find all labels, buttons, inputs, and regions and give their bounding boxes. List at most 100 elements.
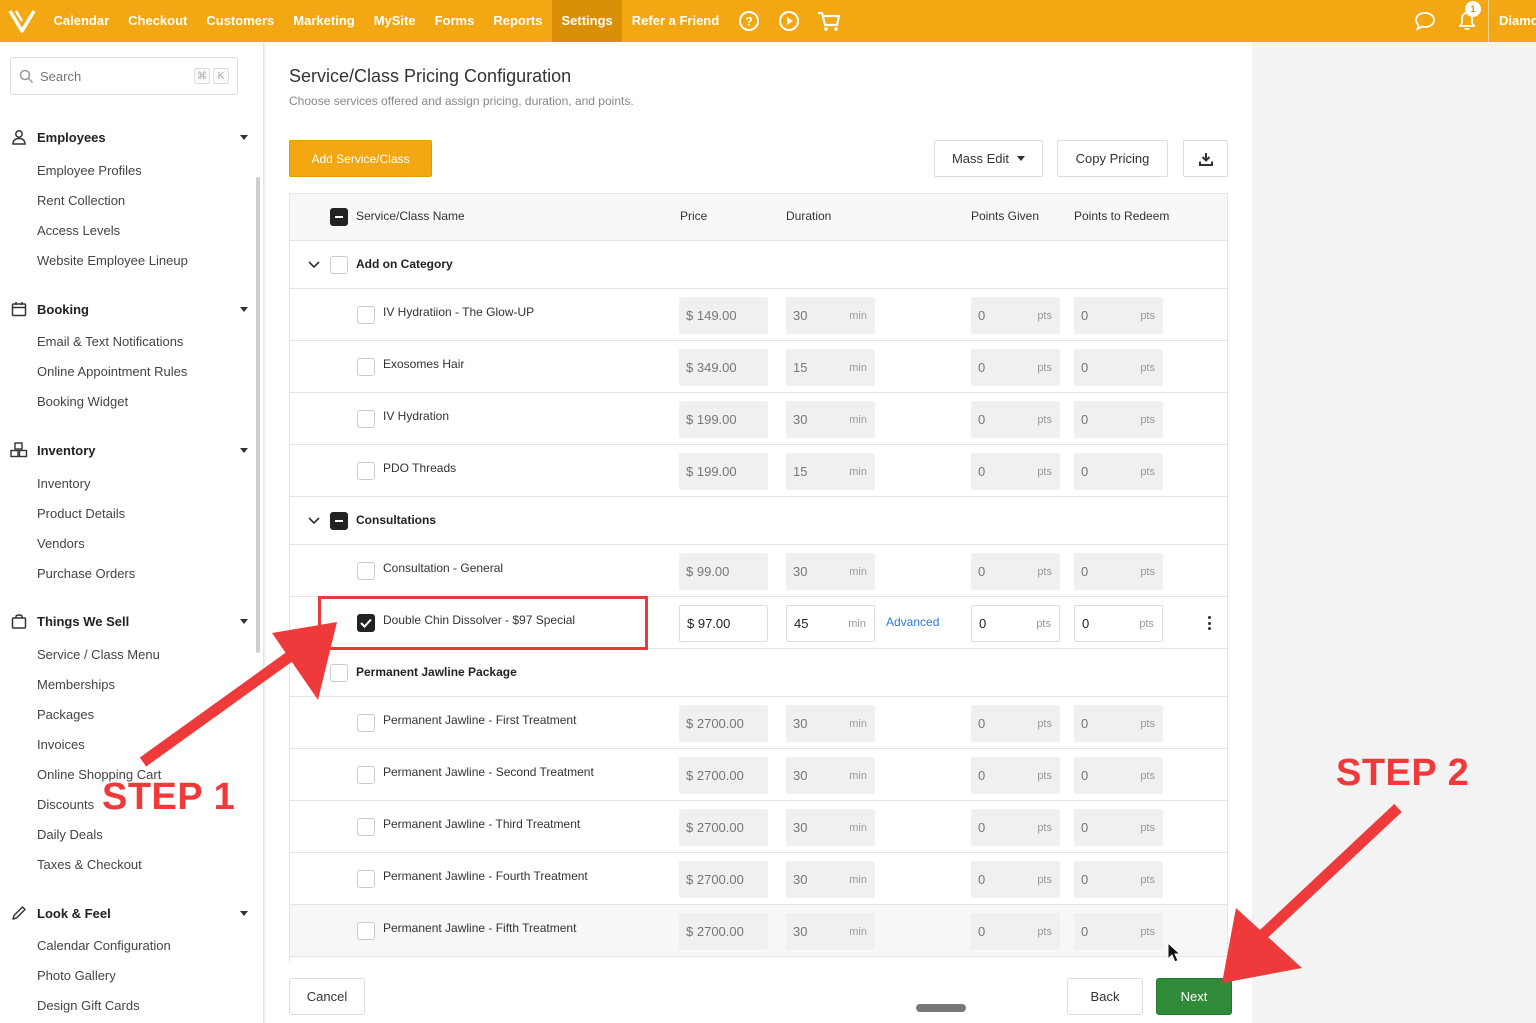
- price-input[interactable]: $ 2700.00: [679, 705, 768, 742]
- chat-icon[interactable]: [1404, 0, 1446, 42]
- duration-input[interactable]: 30 min: [786, 401, 875, 438]
- chevron-down-icon[interactable]: [240, 910, 248, 916]
- sidebar-item-discounts[interactable]: Discounts: [37, 795, 94, 815]
- sidebar-item-service-class-menu[interactable]: Service / Class Menu: [37, 645, 160, 665]
- points-given-input[interactable]: 0 pts: [971, 297, 1060, 334]
- copy-pricing-button[interactable]: Copy Pricing: [1057, 140, 1168, 177]
- service-checkbox[interactable]: [357, 410, 375, 428]
- duration-input[interactable]: 15 min: [786, 349, 875, 386]
- duration-input[interactable]: 30 min: [786, 553, 875, 590]
- nav-marketing[interactable]: Marketing: [284, 0, 364, 42]
- points-redeem-input[interactable]: 0 pts: [1074, 553, 1163, 590]
- nav-forms[interactable]: Forms: [425, 0, 484, 42]
- service-checkbox[interactable]: [357, 306, 375, 324]
- duration-input[interactable]: 30 min: [786, 861, 875, 898]
- sidebar-section-inventory[interactable]: Inventory: [10, 438, 252, 462]
- duration-input[interactable]: 15 min: [786, 453, 875, 490]
- chevron-down-icon[interactable]: [240, 306, 248, 312]
- app-logo[interactable]: [0, 0, 44, 42]
- nav-settings[interactable]: Settings: [551, 0, 623, 42]
- advanced-link[interactable]: Advanced: [886, 615, 939, 629]
- sidebar-item-photo-gallery[interactable]: Photo Gallery: [37, 966, 116, 986]
- nav-customers[interactable]: Customers: [197, 0, 284, 42]
- nav-mysite[interactable]: MySite: [364, 0, 425, 42]
- sidebar-item-access-levels[interactable]: Access Levels: [37, 221, 120, 241]
- points-redeem-input[interactable]: 0 pts: [1074, 705, 1163, 742]
- sidebar-item-booking-widget[interactable]: Booking Widget: [37, 392, 128, 412]
- sidebar-item-purchase-orders[interactable]: Purchase Orders: [37, 564, 135, 584]
- points-given-input[interactable]: 0 pts: [971, 757, 1060, 794]
- points-given-input[interactable]: 0 pts: [971, 349, 1060, 386]
- category-checkbox[interactable]: [330, 256, 348, 274]
- sidebar-item-rent-collection[interactable]: Rent Collection: [37, 191, 125, 211]
- sidebar-item-product-details[interactable]: Product Details: [37, 504, 125, 524]
- nav-checkout[interactable]: Checkout: [119, 0, 197, 42]
- points-given-input[interactable]: 0 pts: [971, 861, 1060, 898]
- sidebar-scrollbar[interactable]: [256, 177, 260, 653]
- price-input[interactable]: $ 2700.00: [679, 861, 768, 898]
- points-redeem-input[interactable]: 0 pts: [1074, 453, 1163, 490]
- sidebar-section-look-and-feel[interactable]: Look & Feel: [10, 901, 252, 925]
- price-input[interactable]: $ 2700.00: [679, 757, 768, 794]
- user-menu[interactable]: Diamo: [1488, 0, 1536, 42]
- service-checkbox[interactable]: [357, 818, 375, 836]
- points-given-input[interactable]: 0 pts: [971, 913, 1060, 950]
- sidebar-item-email-text-notifications[interactable]: Email & Text Notifications: [37, 332, 183, 352]
- sidebar-section-employees[interactable]: Employees: [10, 125, 252, 149]
- scroll-handle[interactable]: [916, 1004, 966, 1012]
- chevron-down-icon[interactable]: [240, 134, 248, 140]
- sidebar-item-website-employee-lineup[interactable]: Website Employee Lineup: [37, 251, 188, 271]
- points-given-input[interactable]: 0 pts: [971, 605, 1060, 642]
- add-service-class-button[interactable]: Add Service/Class: [289, 140, 432, 177]
- points-redeem-input[interactable]: 0 pts: [1074, 913, 1163, 950]
- download-button[interactable]: [1183, 140, 1228, 177]
- chevron-down-icon[interactable]: [306, 665, 322, 681]
- chevron-down-icon[interactable]: [240, 618, 248, 624]
- sidebar-item-daily-deals[interactable]: Daily Deals: [37, 825, 103, 845]
- chevron-down-icon[interactable]: [306, 257, 322, 273]
- sidebar-item-inventory[interactable]: Inventory: [37, 474, 90, 494]
- category-checkbox[interactable]: [330, 664, 348, 682]
- sidebar-item-invoices[interactable]: Invoices: [37, 735, 85, 755]
- service-checkbox[interactable]: [357, 562, 375, 580]
- duration-input[interactable]: 30 min: [786, 913, 875, 950]
- points-redeem-input[interactable]: 0 pts: [1074, 297, 1163, 334]
- service-checkbox[interactable]: [357, 714, 375, 732]
- shopping-cart-icon[interactable]: [809, 0, 849, 42]
- duration-input[interactable]: 30 min: [786, 757, 875, 794]
- next-button[interactable]: Next: [1156, 978, 1232, 1015]
- price-input[interactable]: $ 99.00: [679, 553, 768, 590]
- sidebar-item-design-gift-cards[interactable]: Design Gift Cards: [37, 996, 140, 1016]
- points-redeem-input[interactable]: 0 pts: [1074, 861, 1163, 898]
- back-button[interactable]: Back: [1067, 978, 1143, 1015]
- price-input[interactable]: $ 2700.00: [679, 809, 768, 846]
- service-checkbox[interactable]: [357, 870, 375, 888]
- duration-input[interactable]: 30 min: [786, 809, 875, 846]
- chevron-down-icon[interactable]: [306, 513, 322, 529]
- sidebar-section-booking[interactable]: Booking: [10, 297, 252, 321]
- price-input[interactable]: $ 199.00: [679, 453, 768, 490]
- sidebar-item-employee-profiles[interactable]: Employee Profiles: [37, 161, 142, 181]
- sidebar-item-online-appointment-rules[interactable]: Online Appointment Rules: [37, 362, 187, 382]
- price-input[interactable]: $ 2700.00: [679, 913, 768, 950]
- mass-edit-dropdown[interactable]: Mass Edit: [934, 140, 1043, 177]
- points-redeem-input[interactable]: 0 pts: [1074, 605, 1163, 642]
- service-checkbox[interactable]: [357, 766, 375, 784]
- points-given-input[interactable]: 0 pts: [971, 705, 1060, 742]
- points-given-input[interactable]: 0 pts: [971, 809, 1060, 846]
- nav-calendar[interactable]: Calendar: [44, 0, 119, 42]
- sidebar-item-taxes-checkout[interactable]: Taxes & Checkout: [37, 855, 142, 875]
- select-all-checkbox[interactable]: [330, 208, 348, 226]
- price-input[interactable]: $ 149.00: [679, 297, 768, 334]
- price-input[interactable]: $ 349.00: [679, 349, 768, 386]
- play-video-icon[interactable]: [769, 0, 809, 42]
- price-input[interactable]: $ 97.00: [679, 605, 768, 642]
- points-redeem-input[interactable]: 0 pts: [1074, 809, 1163, 846]
- duration-input[interactable]: 45 min: [786, 605, 875, 642]
- points-given-input[interactable]: 0 pts: [971, 553, 1060, 590]
- points-given-input[interactable]: 0 pts: [971, 453, 1060, 490]
- points-redeem-input[interactable]: 0 pts: [1074, 757, 1163, 794]
- nav-refer-a-friend[interactable]: Refer a Friend: [622, 0, 728, 42]
- sidebar-search[interactable]: ⌘ K: [10, 57, 238, 95]
- points-given-input[interactable]: 0 pts: [971, 401, 1060, 438]
